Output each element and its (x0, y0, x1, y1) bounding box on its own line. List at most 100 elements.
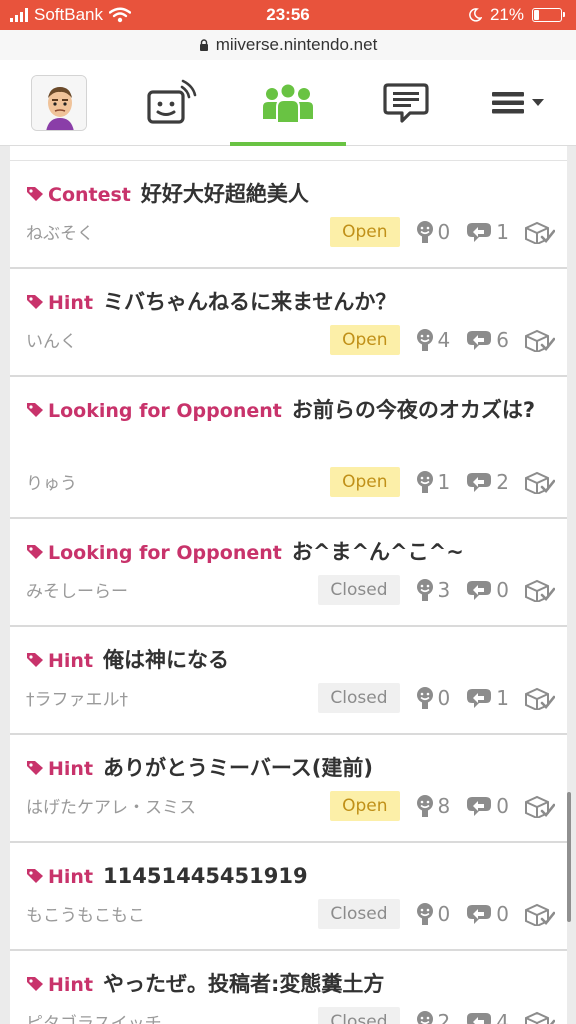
nav-user-page[interactable] (24, 60, 94, 145)
post-title-line: Hint 11451445451919 (26, 859, 551, 894)
reply-count: 1 (464, 220, 509, 244)
tag-icon (27, 403, 43, 417)
reply-bubble-icon (467, 905, 492, 924)
reply-bubble-icon (467, 581, 492, 600)
post-author[interactable]: ピタゴラスイッチ (26, 1009, 162, 1024)
yeah-count: 8 (414, 794, 450, 818)
tag-icon (27, 761, 43, 775)
yeah-count: 0 (414, 220, 450, 244)
tag-icon (27, 187, 43, 201)
topic-tag[interactable]: Looking for Opponent (26, 400, 282, 422)
topic-tag-label: Looking for Opponent (48, 542, 282, 564)
post-title: ありがとうミーバース(建前) (103, 756, 373, 780)
post-author[interactable]: みそしーらー (26, 577, 128, 602)
reply-count: 4 (464, 1010, 509, 1024)
reply-bubble-icon (467, 331, 492, 350)
topic-tag[interactable]: Hint (26, 974, 93, 996)
topic-tag-label: Hint (48, 758, 94, 780)
post-author[interactable]: いんく (26, 327, 77, 352)
post-title: ミバちゃんねるに来ませんか？ (103, 290, 397, 314)
post-item[interactable]: Contest 好好大好超絶美人 ねぶそく Open 0 1 (10, 161, 567, 269)
post-stats: Open 0 1 (330, 217, 557, 247)
reply-count: 0 (464, 578, 509, 602)
speech-bubble-icon (383, 82, 429, 123)
post-author[interactable]: りゅう (26, 469, 77, 494)
status-badge: Closed (318, 899, 400, 929)
yeah-icon (416, 903, 433, 925)
yeah-icon (416, 1011, 433, 1024)
yeah-icon (416, 579, 433, 601)
played-icon (523, 902, 557, 926)
status-badge: Open (330, 325, 400, 355)
topic-tag[interactable]: Hint (26, 866, 93, 888)
post-title-line: Hint ミバちゃんねるに来ませんか？ (26, 285, 551, 320)
played-icon (523, 1010, 557, 1024)
status-bar: SoftBank 23:56 21% (0, 0, 576, 30)
topic-tag[interactable]: Contest (26, 184, 131, 206)
yeah-icon (416, 329, 433, 351)
topic-tag[interactable]: Hint (26, 758, 93, 780)
post-title: 11451445451919 (103, 864, 308, 888)
post-item[interactable]: Looking for Opponent お^ま^ん^こ^~ みそしーらー Clo… (10, 519, 567, 627)
post-author[interactable]: はげたケアレ・スミス (26, 793, 196, 818)
nav-messages[interactable] (368, 60, 444, 145)
list-previous-item-edge (10, 146, 567, 161)
status-badge: Open (330, 217, 400, 247)
post-item[interactable]: Hint 俺は神になる †ラファエル† Closed 0 1 (10, 627, 567, 735)
yeah-icon (416, 471, 433, 493)
post-title-line: Looking for Opponent お^ま^ん^こ^~ (26, 535, 551, 570)
yeah-count: 0 (414, 902, 450, 926)
post-title: お^ま^ん^こ^~ (291, 540, 464, 564)
post-stats: Closed 0 1 (318, 683, 557, 713)
community-people-icon (263, 82, 313, 124)
topic-tag[interactable]: Looking for Opponent (26, 542, 282, 564)
scrollbar-thumb[interactable] (567, 792, 571, 922)
played-icon (523, 470, 557, 494)
post-item[interactable]: Hint 11451445451919 もこうもこもこ Closed 0 0 (10, 843, 567, 951)
post-item[interactable]: Hint ミバちゃんねるに来ませんか？ いんく Open 4 6 (10, 269, 567, 377)
topic-tag[interactable]: Hint (26, 292, 93, 314)
yeah-count: 4 (414, 328, 450, 352)
global-nav (0, 60, 576, 146)
status-badge: Open (330, 791, 400, 821)
post-stats: Open 1 2 (330, 467, 557, 497)
battery-icon (532, 8, 565, 22)
battery-percent: 21% (489, 5, 524, 24)
post-author[interactable]: †ラファエル† (26, 685, 128, 710)
nav-communities[interactable] (245, 60, 331, 145)
post-stats: Closed 0 0 (318, 899, 557, 929)
post-title: 好好大好超絶美人 (140, 182, 309, 206)
tag-icon (27, 295, 43, 309)
url-domain: miiverse.nintendo.net (215, 35, 378, 54)
post-item[interactable]: Hint ありがとうミーバース(建前) はげたケアレ・スミス Open 8 0 (10, 735, 567, 843)
post-title-line: Hint 俺は神になる (26, 643, 551, 678)
post-list: Contest 好好大好超絶美人 ねぶそく Open 0 1 Hint ミバちゃんね… (10, 146, 567, 1024)
yeah-count: 2 (414, 1010, 450, 1024)
yeah-count: 3 (414, 578, 450, 602)
do-not-disturb-moon-icon (469, 8, 482, 22)
reply-bubble-icon (467, 223, 492, 242)
reply-bubble-icon (467, 797, 492, 816)
post-item[interactable]: Looking for Opponent お前らの今夜のオカズは? りゅう Ope… (10, 377, 567, 519)
yeah-icon (416, 795, 433, 817)
nav-activity-feed[interactable] (130, 60, 210, 145)
reply-bubble-icon (467, 689, 492, 708)
topic-tag[interactable]: Hint (26, 650, 93, 672)
topic-tag-label: Hint (48, 866, 94, 888)
post-stats: Closed 2 4 (318, 1007, 557, 1024)
nav-menu[interactable] (478, 60, 558, 145)
post-title-line: Hint やったぜ。投稿者:変態糞土方 (26, 967, 551, 1002)
post-stats: Open 4 6 (330, 325, 557, 355)
reply-count: 0 (464, 902, 509, 926)
post-author[interactable]: もこうもこもこ (26, 901, 145, 926)
url-bar[interactable]: miiverse.nintendo.net (0, 30, 576, 60)
reply-bubble-icon (467, 473, 492, 492)
post-author[interactable]: ねぶそく (26, 219, 94, 244)
topic-tag-label: Hint (48, 650, 94, 672)
yeah-count: 1 (414, 470, 450, 494)
topic-tag-label: Hint (48, 974, 94, 996)
post-item[interactable]: Hint やったぜ。投稿者:変態糞土方 ピタゴラスイッチ Closed 2 4 (10, 951, 567, 1024)
yeah-count: 0 (414, 686, 450, 710)
reply-bubble-icon (467, 1013, 492, 1024)
friend-feed-icon (147, 79, 197, 124)
